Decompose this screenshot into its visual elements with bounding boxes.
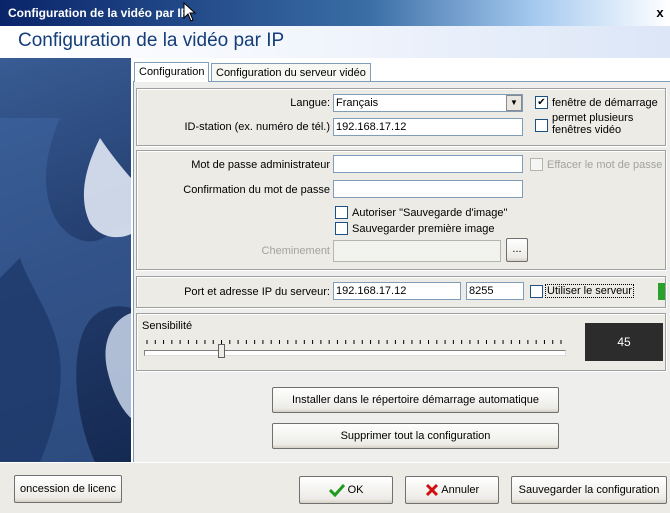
save-first-image-checkbox[interactable] <box>335 222 348 235</box>
browse-button[interactable]: ... <box>506 238 528 262</box>
license-button[interactable]: oncession de licenc <box>14 475 122 503</box>
sensitivity-slider-track[interactable] <box>144 350 566 356</box>
language-value: Français <box>336 97 379 109</box>
allow-save-image-checkbox[interactable] <box>335 206 348 219</box>
confirm-password-label: Confirmation du mot de passe <box>183 184 330 196</box>
server-address-label: Port et adresse IP du serveur: <box>184 286 330 298</box>
check-icon <box>328 484 345 498</box>
mouse-cursor-icon <box>183 2 197 22</box>
header-title: Configuration de la vidéo par IP <box>18 30 285 51</box>
sensitivity-slider-thumb[interactable] <box>217 344 225 358</box>
startup-window-label: fenêtre de démarrage <box>552 97 658 109</box>
sensitivity-value-display: 45 <box>585 323 663 361</box>
server-ip-value: 192.168.17.12 <box>336 285 407 297</box>
multi-window-label-line2: fenêtres vidéo <box>552 124 622 136</box>
wrench-illustration-icon <box>0 118 131 462</box>
path-label: Cheminement <box>261 245 330 257</box>
window-title: Configuration de la vidéo par IP <box>8 6 189 20</box>
station-id-label: ID-station (ex. numéro de tél.) <box>184 121 330 133</box>
path-input[interactable] <box>333 240 501 262</box>
close-button[interactable]: x <box>654 6 666 19</box>
chevron-down-icon[interactable]: ▼ <box>506 95 522 111</box>
startup-window-checkbox[interactable]: ✔ <box>535 96 548 109</box>
server-ip-input[interactable]: 192.168.17.12 <box>333 282 461 300</box>
station-id-value: 192.168.17.12 <box>336 121 407 133</box>
language-label: Langue: <box>290 97 330 109</box>
server-port-input[interactable]: 8255 <box>466 282 524 300</box>
use-server-checkbox[interactable] <box>530 285 543 298</box>
erase-password-label: Effacer le mot de passe <box>547 159 663 171</box>
slider-ticks <box>146 340 562 344</box>
admin-password-input[interactable] <box>333 155 523 173</box>
status-indicator <box>658 283 665 300</box>
erase-password-checkbox[interactable] <box>530 158 543 171</box>
multi-window-checkbox[interactable] <box>535 119 548 132</box>
sensitivity-label: Sensibilité <box>142 320 193 332</box>
cancel-button[interactable]: Annuler <box>405 476 499 504</box>
decorative-image <box>0 58 131 462</box>
tab-server-configuration[interactable]: Configuration du serveur vidéo <box>211 63 371 81</box>
server-port-value: 8255 <box>469 285 494 297</box>
save-first-image-label: Sauvegarder première image <box>352 223 495 235</box>
ok-button[interactable]: OK <box>299 476 393 504</box>
confirm-password-input[interactable] <box>333 180 523 198</box>
delete-config-button[interactable]: Supprimer tout la configuration <box>272 423 559 449</box>
cancel-x-icon <box>425 484 438 497</box>
allow-save-image-label: Autoriser "Sauvegarde d'image" <box>352 207 508 219</box>
multi-window-label: permet plusieurs fenêtres vidéo <box>552 112 633 136</box>
ok-label: OK <box>347 484 364 496</box>
tab-configuration[interactable]: Configuration <box>134 62 210 82</box>
station-id-input[interactable]: 192.168.17.12 <box>333 118 523 136</box>
admin-password-label: Mot de passe administrateur <box>191 159 330 171</box>
save-config-button[interactable]: Sauvegarder la configuration <box>511 476 667 504</box>
use-server-label: Utiliser le serveur <box>545 284 634 298</box>
multi-window-label-line1: permet plusieurs <box>552 112 634 124</box>
install-autostart-button[interactable]: Installer dans le répertoire démarrage a… <box>272 387 559 413</box>
cancel-label: Annuler <box>441 484 480 496</box>
language-select[interactable]: Français <box>333 94 523 112</box>
